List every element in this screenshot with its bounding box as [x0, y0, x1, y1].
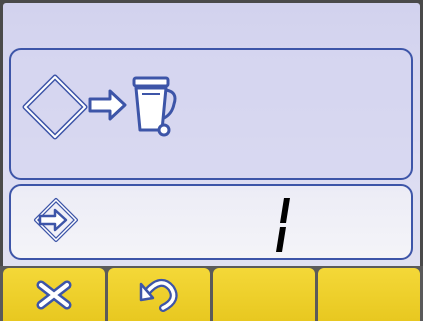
counter-digit: 1: [268, 196, 298, 254]
trash-bin-icon: [132, 76, 177, 137]
undo-button[interactable]: [108, 268, 210, 321]
softkey-3-button[interactable]: [213, 268, 315, 321]
softkey-4-button[interactable]: [318, 268, 420, 321]
enter-diamond-icon: [34, 198, 78, 242]
undo-arrow-icon: [139, 278, 178, 312]
cancel-x-icon: [36, 280, 72, 309]
enter-diamond-icon: [22, 74, 88, 140]
arrow-right-icon: [88, 89, 127, 121]
cancel-button[interactable]: [3, 268, 105, 321]
softkey-toolbar: [0, 266, 423, 321]
